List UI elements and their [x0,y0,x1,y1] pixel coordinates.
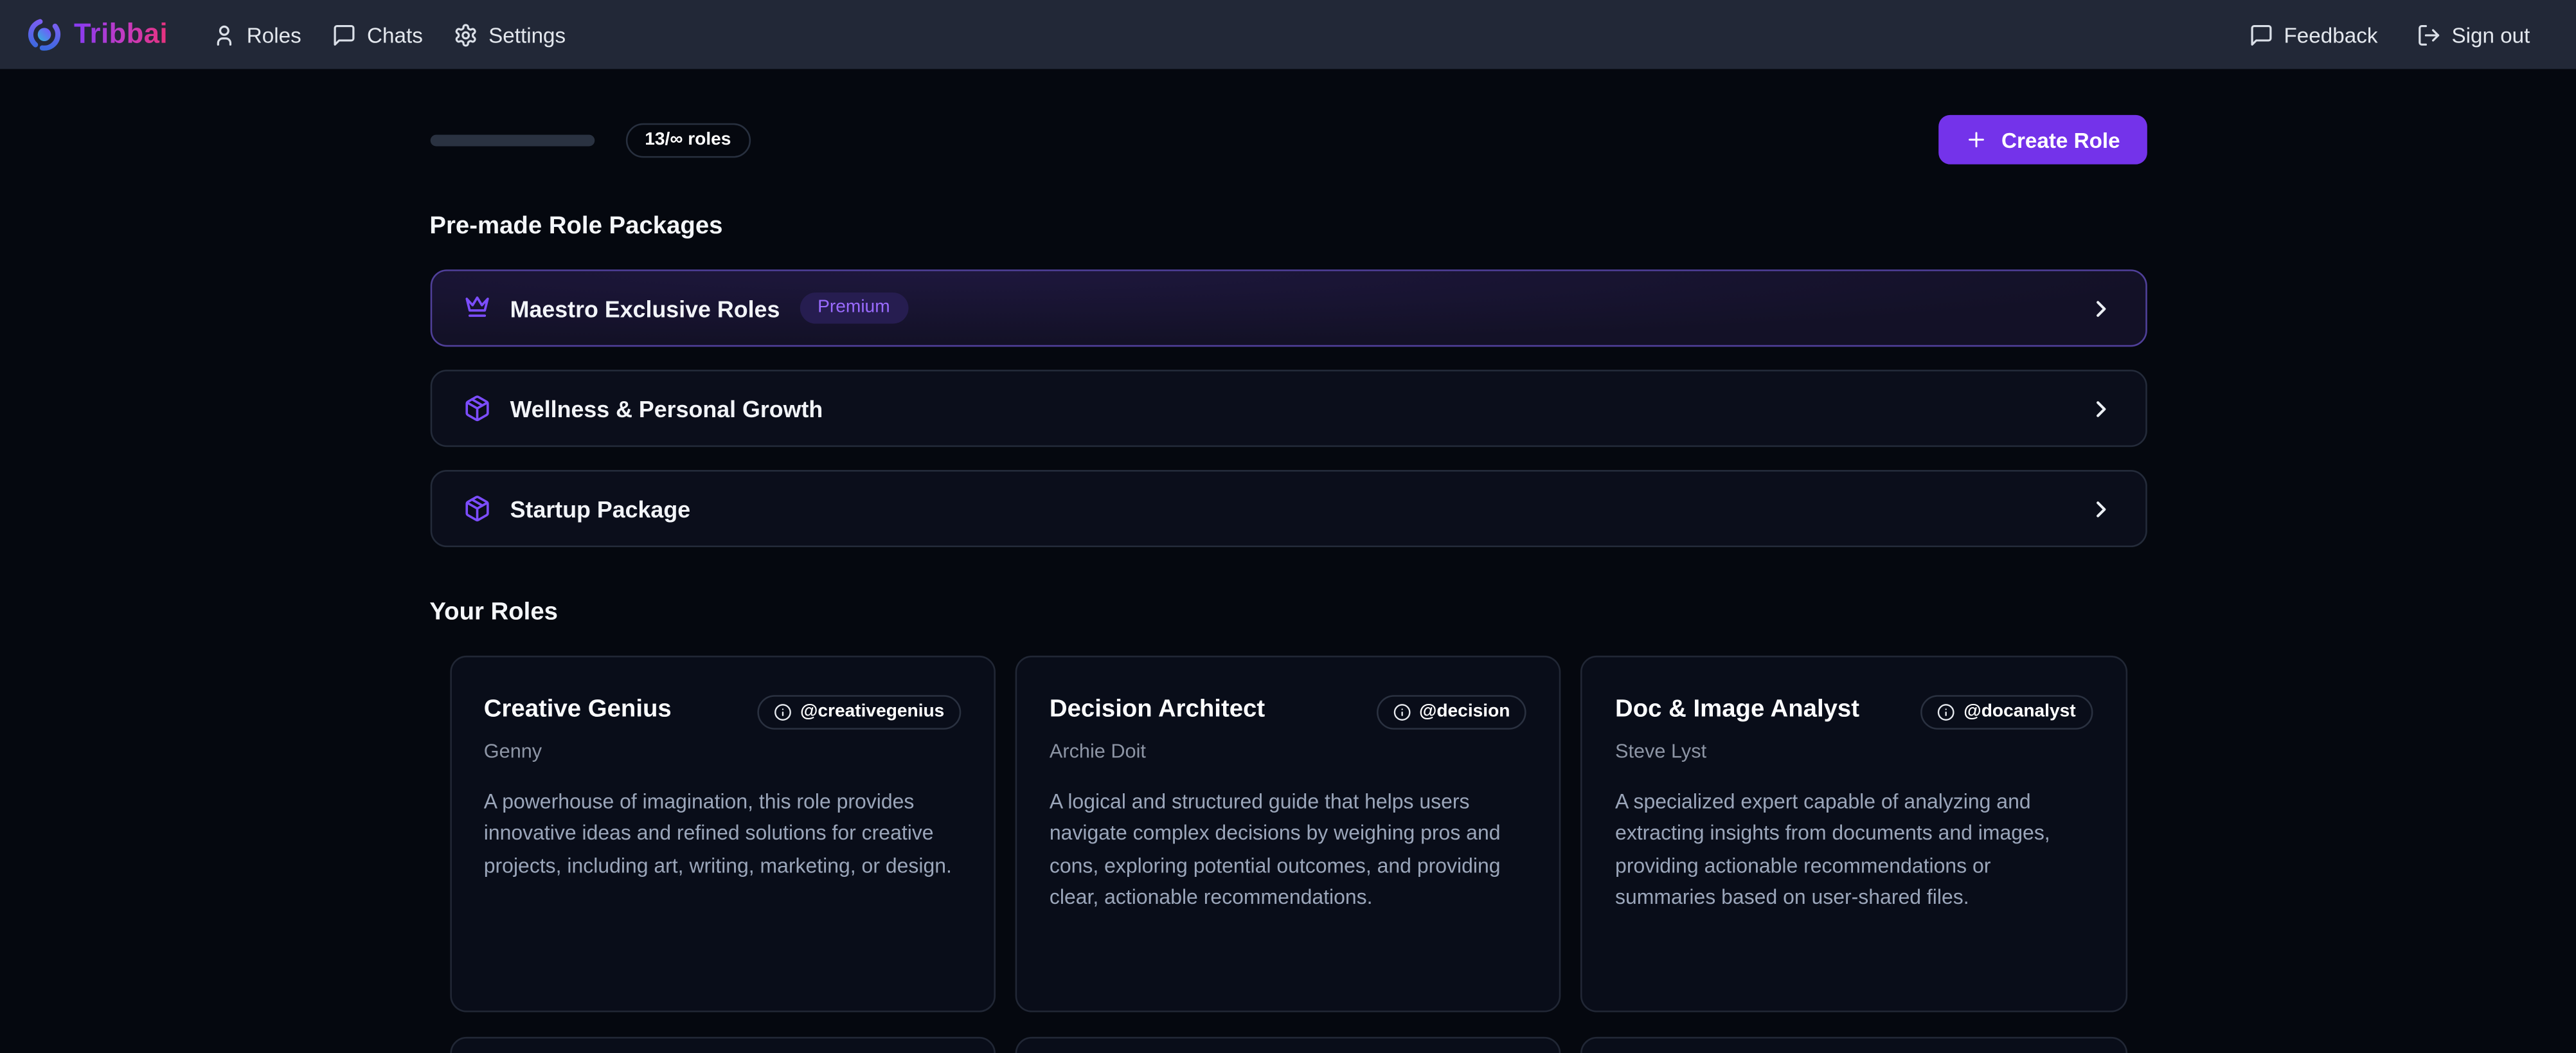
brand-name: Tribbai [74,18,168,51]
sign-out-label: Sign out [2451,22,2530,47]
feedback-label: Feedback [2284,22,2377,47]
nav-right: Feedback Sign out [2250,22,2530,47]
card-header: Creative Genius @creativegenius [484,695,961,730]
nav-item-chats[interactable]: Chats [332,22,423,47]
role-card-creative-genius[interactable]: Creative Genius @creativegenius Genny A … [449,656,995,1013]
role-card-decision-architect[interactable]: Decision Architect @decision Archie Doit… [1015,656,1561,1013]
role-title: Decision Architect [1050,695,1265,723]
role-cards-grid: Creative Genius @creativegenius Genny A … [429,656,2146,1053]
package-row-maestro[interactable]: Maestro Exclusive Roles Premium [429,269,2146,346]
info-icon [1393,703,1411,721]
nav-item-label: Settings [488,22,566,47]
package-title: Maestro Exclusive Roles [510,295,780,321]
role-subtitle: Archie Doit [1050,739,1526,762]
package-icon [463,494,490,522]
chevron-right-icon [2088,395,2114,422]
role-title: Creative Genius [484,695,672,723]
role-title: Doc & Image Analyst [1615,695,1859,723]
nav-item-roles[interactable]: Roles [212,22,301,47]
feedback-button[interactable]: Feedback [2250,22,2378,47]
sign-out-button[interactable]: Sign out [2417,22,2530,47]
card-header: Decision Architect @decision [1050,695,1526,730]
role-description: A powerhouse of imagination, this role p… [484,787,961,883]
card-header: Doc & Image Analyst @docanalyst [1615,695,2092,730]
your-roles-heading: Your Roles [429,598,2146,626]
role-card-partial[interactable] [1580,1037,2127,1053]
role-handle: @creativegenius [800,703,944,721]
brand-logo[interactable]: Tribbai [26,17,168,53]
tribbai-logo-icon [26,17,62,53]
role-card-partial[interactable] [449,1037,995,1053]
role-subtitle: Steve Lyst [1615,739,2092,762]
role-handle-badge[interactable]: @creativegenius [758,695,961,730]
roles-count-badge: 13/∞ roles [625,122,751,157]
app-root: Tribbai Roles Chats [0,0,2576,1053]
package-row-wellness[interactable]: Wellness & Personal Growth [429,370,2146,447]
nav-item-label: Chats [367,22,423,47]
package-title: Startup Package [510,496,690,522]
premium-badge: Premium [800,292,908,324]
nav-item-label: Roles [247,22,301,47]
role-handle-badge[interactable]: @docanalyst [1921,695,2092,730]
create-role-label: Create Role [2001,127,2120,152]
nav-item-settings[interactable]: Settings [454,22,566,47]
message-square-icon [332,22,357,47]
log-out-icon [2417,22,2442,47]
role-handle: @docanalyst [1963,703,2075,721]
role-card-partial[interactable] [1015,1037,1561,1053]
role-description: A specialized expert capable of analyzin… [1615,787,2092,914]
create-role-button[interactable]: Create Role [1939,115,2147,165]
info-icon [774,703,792,721]
packages-heading: Pre-made Role Packages [429,212,2146,240]
role-handle: @decision [1419,703,1510,721]
roles-toolbar: 13/∞ roles Create Role [429,115,2146,165]
plus-icon [1965,128,1989,151]
package-row-startup[interactable]: Startup Package [429,470,2146,547]
nav-menu: Roles Chats Settings [212,22,566,47]
top-navbar: Tribbai Roles Chats [0,0,2576,69]
role-handle-badge[interactable]: @decision [1376,695,1526,730]
user-icon [212,22,237,47]
crown-icon [463,294,490,322]
role-card-doc-image-analyst[interactable]: Doc & Image Analyst @docanalyst Steve Ly… [1580,656,2127,1013]
chevron-right-icon [2088,295,2114,321]
info-icon [1937,703,1955,721]
roles-progress-bar [429,134,594,145]
chevron-right-icon [2088,496,2114,522]
message-square-icon [2250,22,2274,47]
package-title: Wellness & Personal Growth [510,395,823,422]
main-content: 13/∞ roles Create Role Pre-made Role Pac… [429,69,2146,1053]
role-description: A logical and structured guide that help… [1050,787,1526,914]
role-subtitle: Genny [484,739,961,762]
package-icon [463,394,490,422]
gear-icon [454,22,478,47]
